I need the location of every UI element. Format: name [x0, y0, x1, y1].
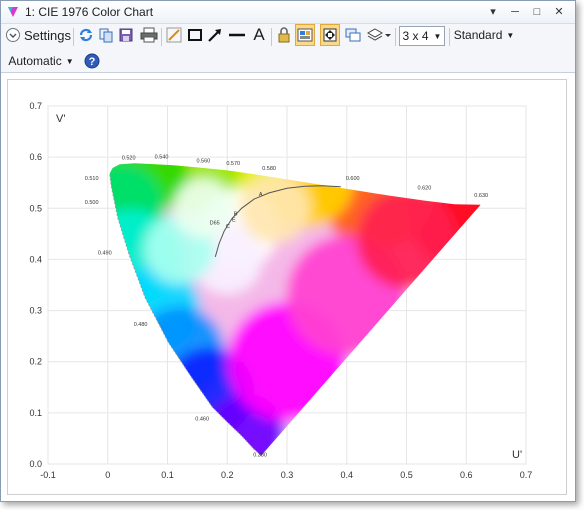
help-button[interactable]: ?	[83, 50, 101, 72]
chevron-circle-icon	[6, 28, 20, 42]
y-tick-label: 0.1	[29, 408, 42, 418]
scale-dropdown-value: Automatic	[8, 54, 62, 68]
toolbar-separator	[73, 28, 74, 46]
copy-icon[interactable]	[97, 24, 115, 46]
x-tick-label: 0	[105, 470, 110, 480]
y-tick-label: 0.7	[29, 101, 42, 111]
layout-select[interactable]: 3 x 4 ▼	[399, 26, 445, 46]
window-overlay-icon[interactable]	[344, 24, 362, 46]
toolbar-separator	[271, 28, 272, 46]
y-tick-label: 0.5	[29, 203, 42, 213]
settings-label: Settings	[24, 27, 71, 43]
main-toolbar: Settings A 3 x 4 ▼ Standard ▼	[1, 24, 575, 50]
y-tick-label: 0.0	[29, 459, 42, 469]
white-point-label: A	[259, 192, 263, 198]
x-tick-label: 0.2	[221, 470, 234, 480]
refresh-icon[interactable]	[77, 24, 95, 46]
wavelength-label: 0.630	[474, 193, 488, 199]
style-dropdown[interactable]: Standard ▼	[453, 24, 515, 46]
y-tick-label: 0.3	[29, 306, 42, 316]
draw-line-tool-icon[interactable]	[165, 24, 183, 46]
svg-text:?: ?	[89, 56, 96, 68]
wavelength-label: 0.620	[418, 185, 432, 191]
lock-icon[interactable]	[275, 24, 293, 46]
style-dropdown-value: Standard	[453, 28, 503, 42]
x-tick-label: 0.4	[340, 470, 353, 480]
wavelength-label: 0.510	[85, 176, 99, 182]
layers-dropdown-icon[interactable]	[365, 24, 393, 46]
y-tick-label: 0.6	[29, 152, 42, 162]
toolbar-separator	[449, 28, 450, 46]
text-tool-icon[interactable]: A	[251, 24, 267, 46]
chevron-down-icon: ▼	[433, 31, 442, 41]
cie-1976-chart[interactable]: 0.380 0.460 0.480 0.490 0.500 0.510 0.520 0.540…	[8, 80, 564, 492]
x-tick-label: 0.5	[400, 470, 413, 480]
y-axis-label: V'	[56, 113, 65, 125]
pin-dropdown-button[interactable]: ▾	[485, 4, 501, 20]
chevron-down-icon: ▼	[506, 30, 515, 40]
x-tick-label: 0.7	[520, 470, 533, 480]
y-tick-label: 0.2	[29, 357, 42, 367]
maximize-button[interactable]: □	[529, 4, 545, 20]
line-tool-icon[interactable]	[227, 24, 247, 46]
color-chart-app-icon	[8, 7, 18, 17]
x-tick-label: -0.1	[40, 470, 56, 480]
wavelength-label: 0.480	[134, 322, 148, 328]
close-button[interactable]: ✕	[551, 4, 567, 20]
x-tick-label: 0.1	[161, 470, 174, 480]
rectangle-tool-icon[interactable]	[186, 24, 204, 46]
save-icon[interactable]	[117, 24, 135, 46]
x-tick-label: 0.6	[460, 470, 473, 480]
fit-to-window-icon[interactable]	[320, 24, 340, 46]
white-point-label: B	[234, 211, 238, 217]
layout-grid-toggle-icon[interactable]	[295, 24, 315, 46]
chevron-down-icon: ▼	[65, 56, 74, 66]
toolbar-separator	[395, 28, 396, 46]
secondary-toolbar: Automatic ▼ ?	[1, 50, 575, 73]
chart-window: 1: CIE 1976 Color Chart ▾ ─ □ ✕ Settings	[0, 0, 576, 502]
y-tick-label: 0.4	[29, 254, 42, 264]
wavelength-label: 0.580	[262, 166, 276, 172]
scale-dropdown[interactable]: Automatic ▼	[7, 50, 75, 72]
white-point-label: E	[232, 218, 236, 224]
x-tick-label: 0.3	[281, 470, 294, 480]
title-bar[interactable]: 1: CIE 1976 Color Chart ▾ ─ □ ✕	[1, 1, 575, 24]
wavelength-label: 0.600	[346, 176, 360, 182]
wavelength-label: 0.560	[196, 158, 210, 164]
print-icon[interactable]	[139, 24, 159, 46]
minimize-button[interactable]: ─	[507, 4, 523, 20]
wavelength-label: 0.460	[195, 417, 209, 423]
wavelength-label: 0.500	[85, 200, 99, 206]
toolbar-separator	[161, 28, 162, 46]
x-axis-label: U'	[512, 449, 522, 461]
arrow-tool-icon[interactable]	[206, 24, 224, 46]
wavelength-label: 0.520	[122, 156, 136, 162]
wavelength-label: 0.490	[98, 250, 112, 256]
settings-button[interactable]: Settings	[5, 24, 71, 46]
wavelength-label: 0.380	[253, 452, 267, 458]
wavelength-label: 0.570	[226, 161, 240, 167]
wavelength-label: 0.540	[155, 155, 169, 161]
white-point-label: D65	[210, 221, 220, 227]
white-point-label: C	[226, 224, 230, 230]
window-title: 1: CIE 1976 Color Chart	[25, 5, 154, 19]
chart-panel: 0.380 0.460 0.480 0.490 0.500 0.510 0.520 0.540…	[7, 79, 567, 495]
help-icon: ?	[84, 53, 100, 69]
layout-select-value: 3 x 4	[402, 29, 429, 43]
